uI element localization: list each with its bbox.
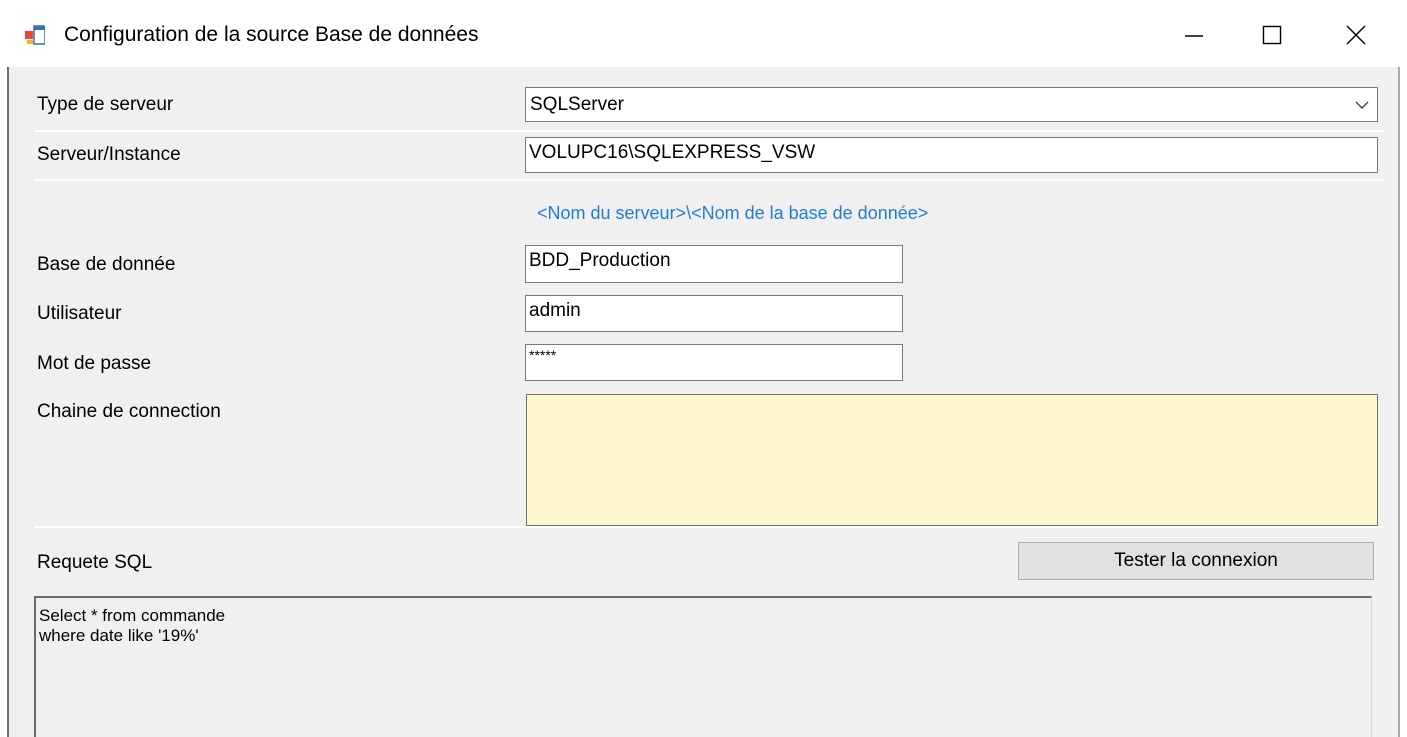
database-label: Base de donnée [37,254,176,275]
user-value: admin [529,300,581,321]
sql-query-textarea[interactable]: Select * from commande where date like '… [34,596,1372,737]
window-title: Configuration de la source Base de donné… [64,23,479,46]
password-label: Mot de passe [37,353,152,374]
app-window-icon [25,25,46,45]
server-type-dropdown[interactable]: SQLServer [525,87,1378,122]
database-input[interactable]: BDD_Production [525,245,903,283]
server-type-label: Type de serveur [37,94,174,115]
connection-string-label: Chaine de connection [37,401,221,422]
row-separator [34,130,1384,132]
test-connection-button[interactable]: Tester la connexion [1018,542,1374,580]
sql-query-label: Requete SQL [37,552,153,573]
user-input[interactable]: admin [525,295,903,332]
server-format-hint: <Nom du serveur>\<Nom de la base de donn… [537,203,929,223]
minimize-icon [1185,35,1203,37]
minimize-button[interactable] [1164,15,1224,55]
close-button[interactable] [1326,15,1386,55]
connection-string-textarea[interactable] [526,394,1378,526]
server-instance-input[interactable]: VOLUPC16\SQLEXPRESS_VSW [525,137,1378,173]
row-separator [34,179,1384,181]
server-instance-label: Serveur/Instance [37,144,181,165]
title-bar[interactable]: Configuration de la source Base de donné… [0,0,1407,67]
password-input[interactable]: ***** [525,344,903,381]
password-value: ***** [529,347,557,363]
close-icon [1346,25,1366,45]
database-value: BDD_Production [529,250,671,271]
server-instance-value: VOLUPC16\SQLEXPRESS_VSW [529,142,816,163]
server-type-value: SQLServer [530,94,624,115]
sql-line-1: Select * from commande [39,606,226,625]
window-frame-right [1398,67,1400,737]
row-separator [34,526,1384,528]
sql-line-2: where date like '19%' [39,626,199,645]
maximize-icon [1262,25,1282,45]
chevron-down-icon [1355,101,1369,109]
maximize-button[interactable] [1242,15,1302,55]
user-label: Utilisateur [37,303,122,324]
